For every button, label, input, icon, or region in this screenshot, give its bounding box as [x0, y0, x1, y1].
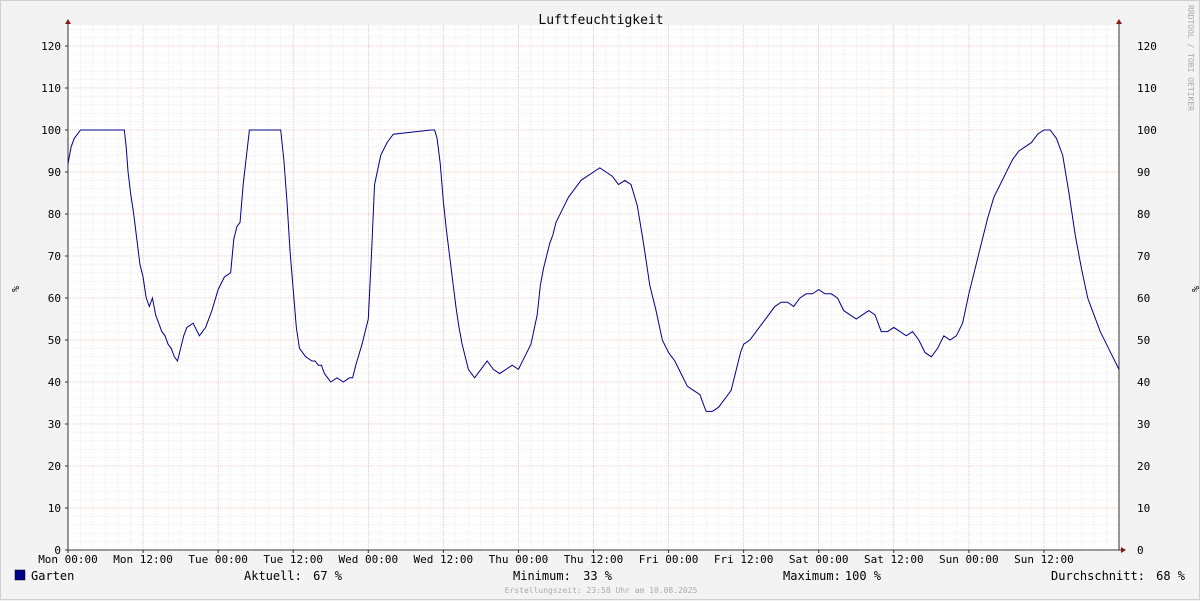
y-tick-label-left: 10: [48, 502, 61, 515]
y-axis-arrow-right: [1116, 19, 1122, 24]
y-tick-label-left: 50: [48, 334, 61, 347]
x-tick-label: Fri 12:00: [714, 553, 774, 566]
legend-durchschnitt-label: Durchschnitt:: [1051, 569, 1145, 583]
y-tick-label-right: 0: [1137, 544, 1144, 557]
y-tick-label-left: 20: [48, 460, 61, 473]
legend-maximum-value: 100 %: [845, 569, 882, 583]
x-tick-label: Thu 12:00: [564, 553, 624, 566]
legend-series-name: Garten: [31, 569, 74, 583]
y-axis-label-left: %: [9, 286, 20, 292]
y-tick-label-right: 30: [1137, 418, 1150, 431]
x-tick-label: Sat 12:00: [864, 553, 924, 566]
y-tick-label-left: 60: [48, 292, 61, 305]
x-tick-labels: Mon 00:00 Mon 12:00 Tue 00:00 Tue 12:00 Wed …: [38, 553, 1074, 566]
x-tick-label: Mon 12:00: [113, 553, 173, 566]
y-tick-label-left: 120: [41, 40, 61, 53]
y-tick-label-left: 30: [48, 418, 61, 431]
y-tick-label-left: 40: [48, 376, 61, 389]
x-tick-label: Wed 00:00: [338, 553, 398, 566]
x-tick-label: Wed 12:00: [414, 553, 474, 566]
footer-timestamp: Erstellungszeit: 23:58 Uhr am 10.08.2025: [505, 586, 698, 595]
y-tick-label-right: 10: [1137, 502, 1150, 515]
legend-aktuell-label: Aktuell:: [244, 569, 302, 583]
y-tick-label-left: 110: [41, 82, 61, 95]
y-tick-labels-left: 0102030405060708090100110120: [41, 40, 61, 557]
y-axis-arrow-left: [65, 19, 71, 24]
legend-swatch: [14, 569, 26, 581]
legend-durchschnitt-value: 68 %: [1156, 569, 1186, 583]
y-tick-label-right: 60: [1137, 292, 1150, 305]
x-tick-label: Thu 00:00: [489, 553, 549, 566]
y-tick-label-right: 110: [1137, 82, 1157, 95]
y-axis-label-right: %: [1189, 286, 1200, 292]
legend-aktuell-value: 67 %: [313, 569, 343, 583]
x-tick-label: Tue 12:00: [263, 553, 323, 566]
x-tick-label: Sun 12:00: [1014, 553, 1074, 566]
y-tick-label-left: 90: [48, 166, 61, 179]
watermark: RRDTOOL / TOBI OETIKER: [1186, 5, 1195, 111]
y-tick-label-right: 80: [1137, 208, 1150, 221]
y-tick-labels-right: 0 10 20 30 40 50 60 70 80 90 100 110 120: [1137, 40, 1157, 557]
legend-minimum-value: 33 %: [583, 569, 613, 583]
x-axis-arrow: [1121, 547, 1126, 553]
chart-title: Luftfeuchtigkeit: [538, 13, 663, 28]
y-tick-label-right: 70: [1137, 250, 1150, 263]
y-tick-label-right: 120: [1137, 40, 1157, 53]
y-tick-label-right: 20: [1137, 460, 1150, 473]
y-tick-label-right: 100: [1137, 124, 1157, 137]
legend-maximum-label: Maximum:: [783, 569, 841, 583]
y-tick-label-right: 40: [1137, 376, 1150, 389]
chart-frame: 0 10 20 30 40 50 60 70 80 90 100 110 120 0 10 20 30 40 50…: [0, 0, 1200, 600]
x-tick-label: Sun 00:00: [939, 553, 999, 566]
x-tick-label: Fri 00:00: [639, 553, 699, 566]
y-tick-label-left: 80: [48, 208, 61, 221]
y-tick-label-left: 100: [41, 124, 61, 137]
x-tick-label: Mon 00:00: [38, 553, 98, 566]
y-tick-label-right: 50: [1137, 334, 1150, 347]
humidity-chart: 0 10 20 30 40 50 60 70 80 90 100 110 120 0 10 20 30 40 50…: [9, 5, 1200, 595]
legend-minimum-label: Minimum:: [513, 569, 571, 583]
x-tick-label: Sat 00:00: [789, 553, 849, 566]
y-tick-label-left: 70: [48, 250, 61, 263]
y-tick-label-right: 90: [1137, 166, 1150, 179]
x-tick-label: Tue 00:00: [188, 553, 248, 566]
